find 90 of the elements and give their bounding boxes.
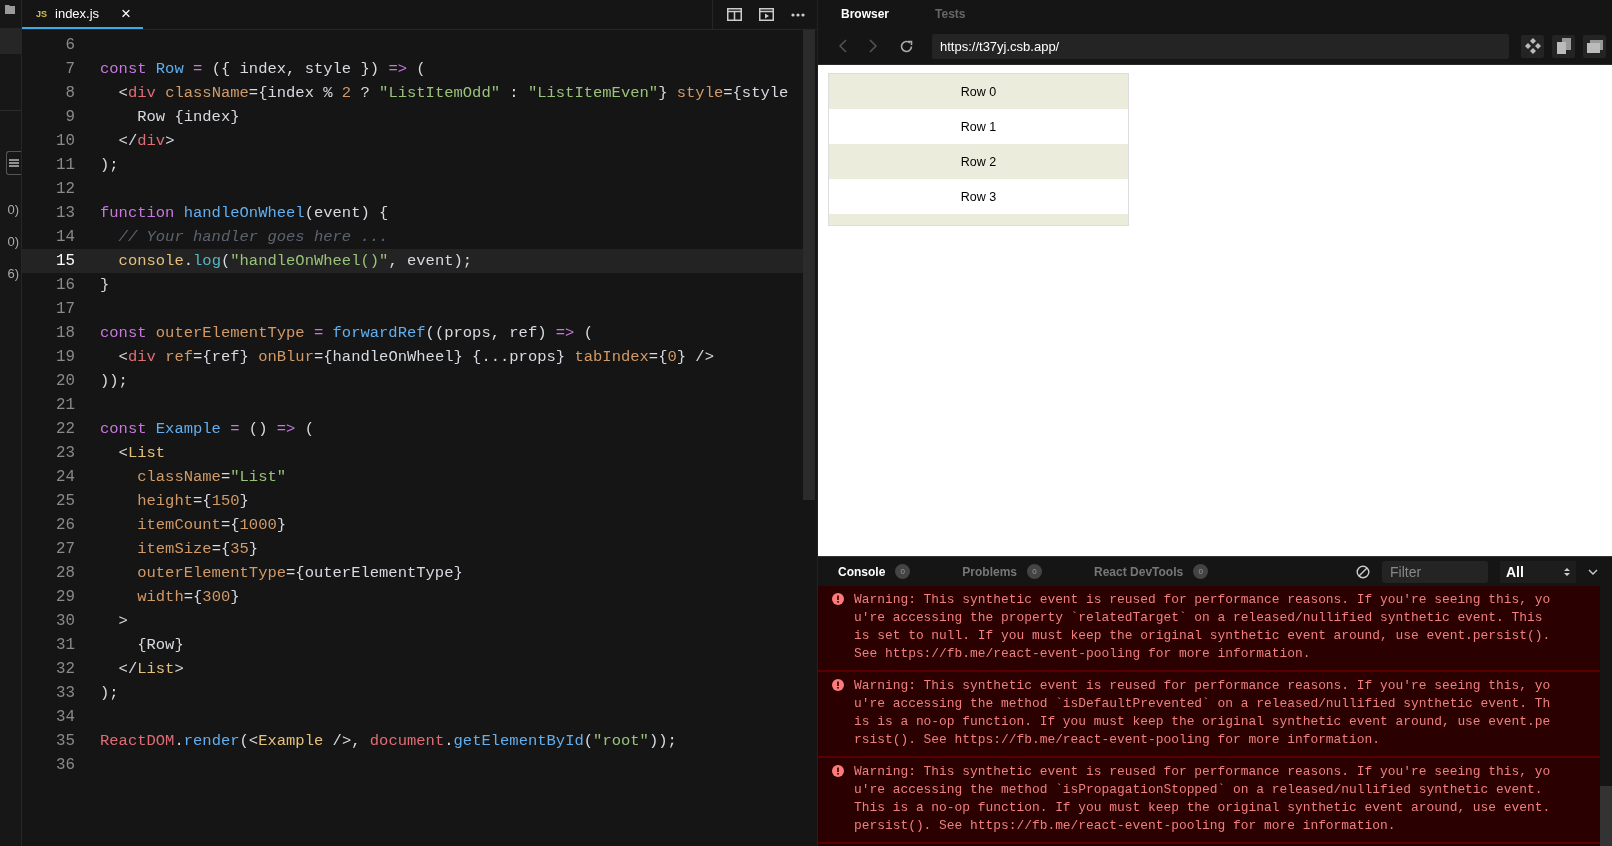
scrollbar-thumb[interactable] [1600,786,1612,846]
line-number: 13 [55,204,75,222]
line-number: 28 [55,564,75,582]
address-field[interactable]: https://t37yj.csb.app/ [932,33,1509,59]
line-number: 31 [55,636,75,654]
code-line: } [100,276,110,294]
folder-icon[interactable] [5,4,15,14]
code-line: const outerElementType = forwardRef((props, ref) => ( [100,324,594,342]
code-line: outerElementType={outerElementType} [136,564,463,582]
preview-icon[interactable] [759,8,774,21]
line-number: 6 [64,36,75,54]
sidebar-item[interactable]: 0) [7,201,19,217]
line-number: 9 [64,108,75,126]
line-number: 18 [55,324,75,342]
line-number: 30 [55,612,75,630]
code-line: ); [100,684,119,702]
code-line: height={150} [136,492,249,510]
warning-message: Warning: This synthetic event is reused for performance reasons. If you're seeing this, you're accessing the method `isDefaultPrevented` on a released/nullified synthetic event. This is a no-op function. If you must keep the original synthetic event around, use event.persist(). See https://fb.me/react-event-pooling for more information. [854,677,1552,749]
line-number: 25 [55,492,75,510]
code-line: itemCount={1000} [136,516,287,534]
line-number: 29 [55,588,75,606]
line-number: 23 [55,444,75,462]
menu-icon[interactable] [6,151,21,175]
list-row: Row 3 [829,179,1128,214]
reload-icon[interactable] [899,38,914,54]
line-number: 36 [55,756,75,774]
alert-icon [832,765,844,777]
line-number: 34 [55,708,75,726]
line-number: 27 [55,540,75,558]
stacked-pages-icon[interactable] [1552,34,1575,58]
code-line: Row {index} [136,108,240,126]
level-select[interactable]: All [1500,560,1576,583]
code-line: function handleOnWheel(event) { [100,204,389,222]
code-line: <div className={index % 2 ? "ListItemOdd" : "ListItemEven"} style={style [117,84,789,102]
line-number: 24 [55,468,75,486]
up-down-arrows-icon [1564,566,1570,577]
line-number: 26 [55,516,75,534]
line-number: 14 [55,228,75,246]
code-line: <div ref={ref} onBlur={handleOnWheel} {...props} tabIndex={0} /> [117,348,714,366]
code-line: <List [117,444,166,462]
code-line: width={300} [136,588,240,606]
line-number: 10 [55,132,75,150]
alert-icon [832,679,844,691]
line-number: 22 [55,420,75,438]
line-number: 12 [55,180,75,198]
alert-icon [832,593,844,605]
line-number: 7 [64,60,75,78]
code-line: ); [100,156,119,174]
windows-icon[interactable] [1583,34,1606,58]
forward-icon[interactable] [869,39,877,53]
line-number: 21 [55,396,75,414]
file-type-label: JS [36,8,47,19]
back-icon[interactable] [839,39,847,53]
clear-icon[interactable] [1356,564,1370,579]
line-number: 17 [55,300,75,318]
more-icon[interactable] [791,12,805,17]
line-number: 32 [55,660,75,678]
code-line: </List> [117,660,184,678]
sidebar-item[interactable]: 6) [7,265,19,281]
split-view-icon[interactable] [727,8,742,21]
line-number: 19 [55,348,75,366]
file-tab[interactable]: JS index.js × [22,0,144,29]
code-line: const Row = ({ index, style }) => ( [100,60,426,78]
diamond-dots-icon[interactable] [1521,34,1544,58]
line-number: 20 [55,372,75,390]
panel-tab[interactable]: Browser [841,7,890,21]
line-number: 16 [55,276,75,294]
code-line: )); [100,372,128,390]
line-number: 11 [55,156,75,174]
line-number: 15 [55,252,75,270]
line-number: 8 [64,84,75,102]
warning-message: Warning: This synthetic event is reused for performance reasons. If you're seeing this, you're accessing the property `relatedTarget` on a released/nullified synthetic event. This is set to null. If you must keep the original synthetic event around, use event.persist(). See https://fb.me/react-event-pooling for more information. [854,591,1552,663]
list-row: Row 1 [829,109,1128,144]
code-line: // Your handler goes here ... [117,228,389,246]
close-icon[interactable]: × [121,3,132,24]
tab-label: index.js [55,6,100,21]
code-line: itemSize={35} [136,540,259,558]
code-line: {Row} [136,636,184,654]
line-number: 33 [55,684,75,702]
code-line: </div> [117,132,175,150]
code-line: const Example = () => ( [100,420,314,438]
code-line: > [117,612,128,630]
line-number: 35 [55,732,75,750]
code-line: ReactDOM.render(<Example />, document.getElementById("root")); [100,732,677,750]
filter-field[interactable]: Filter [1382,560,1488,583]
code-line: console.log("handleOnWheel()", event); [117,252,473,270]
sidebar-item[interactable]: 0) [7,233,19,249]
chevron-down-icon[interactable] [1588,568,1598,575]
code-line: className="List" [136,468,287,486]
warning-message: Warning: This synthetic event is reused for performance reasons. If you're seeing this, you're accessing the method `isPropagationStopped` on a released/nullified synthetic event. This is a no-op function. If you must keep the original synthetic event around, use event.persist(). See https://fb.me/react-event-pooling for more information. [854,763,1552,835]
